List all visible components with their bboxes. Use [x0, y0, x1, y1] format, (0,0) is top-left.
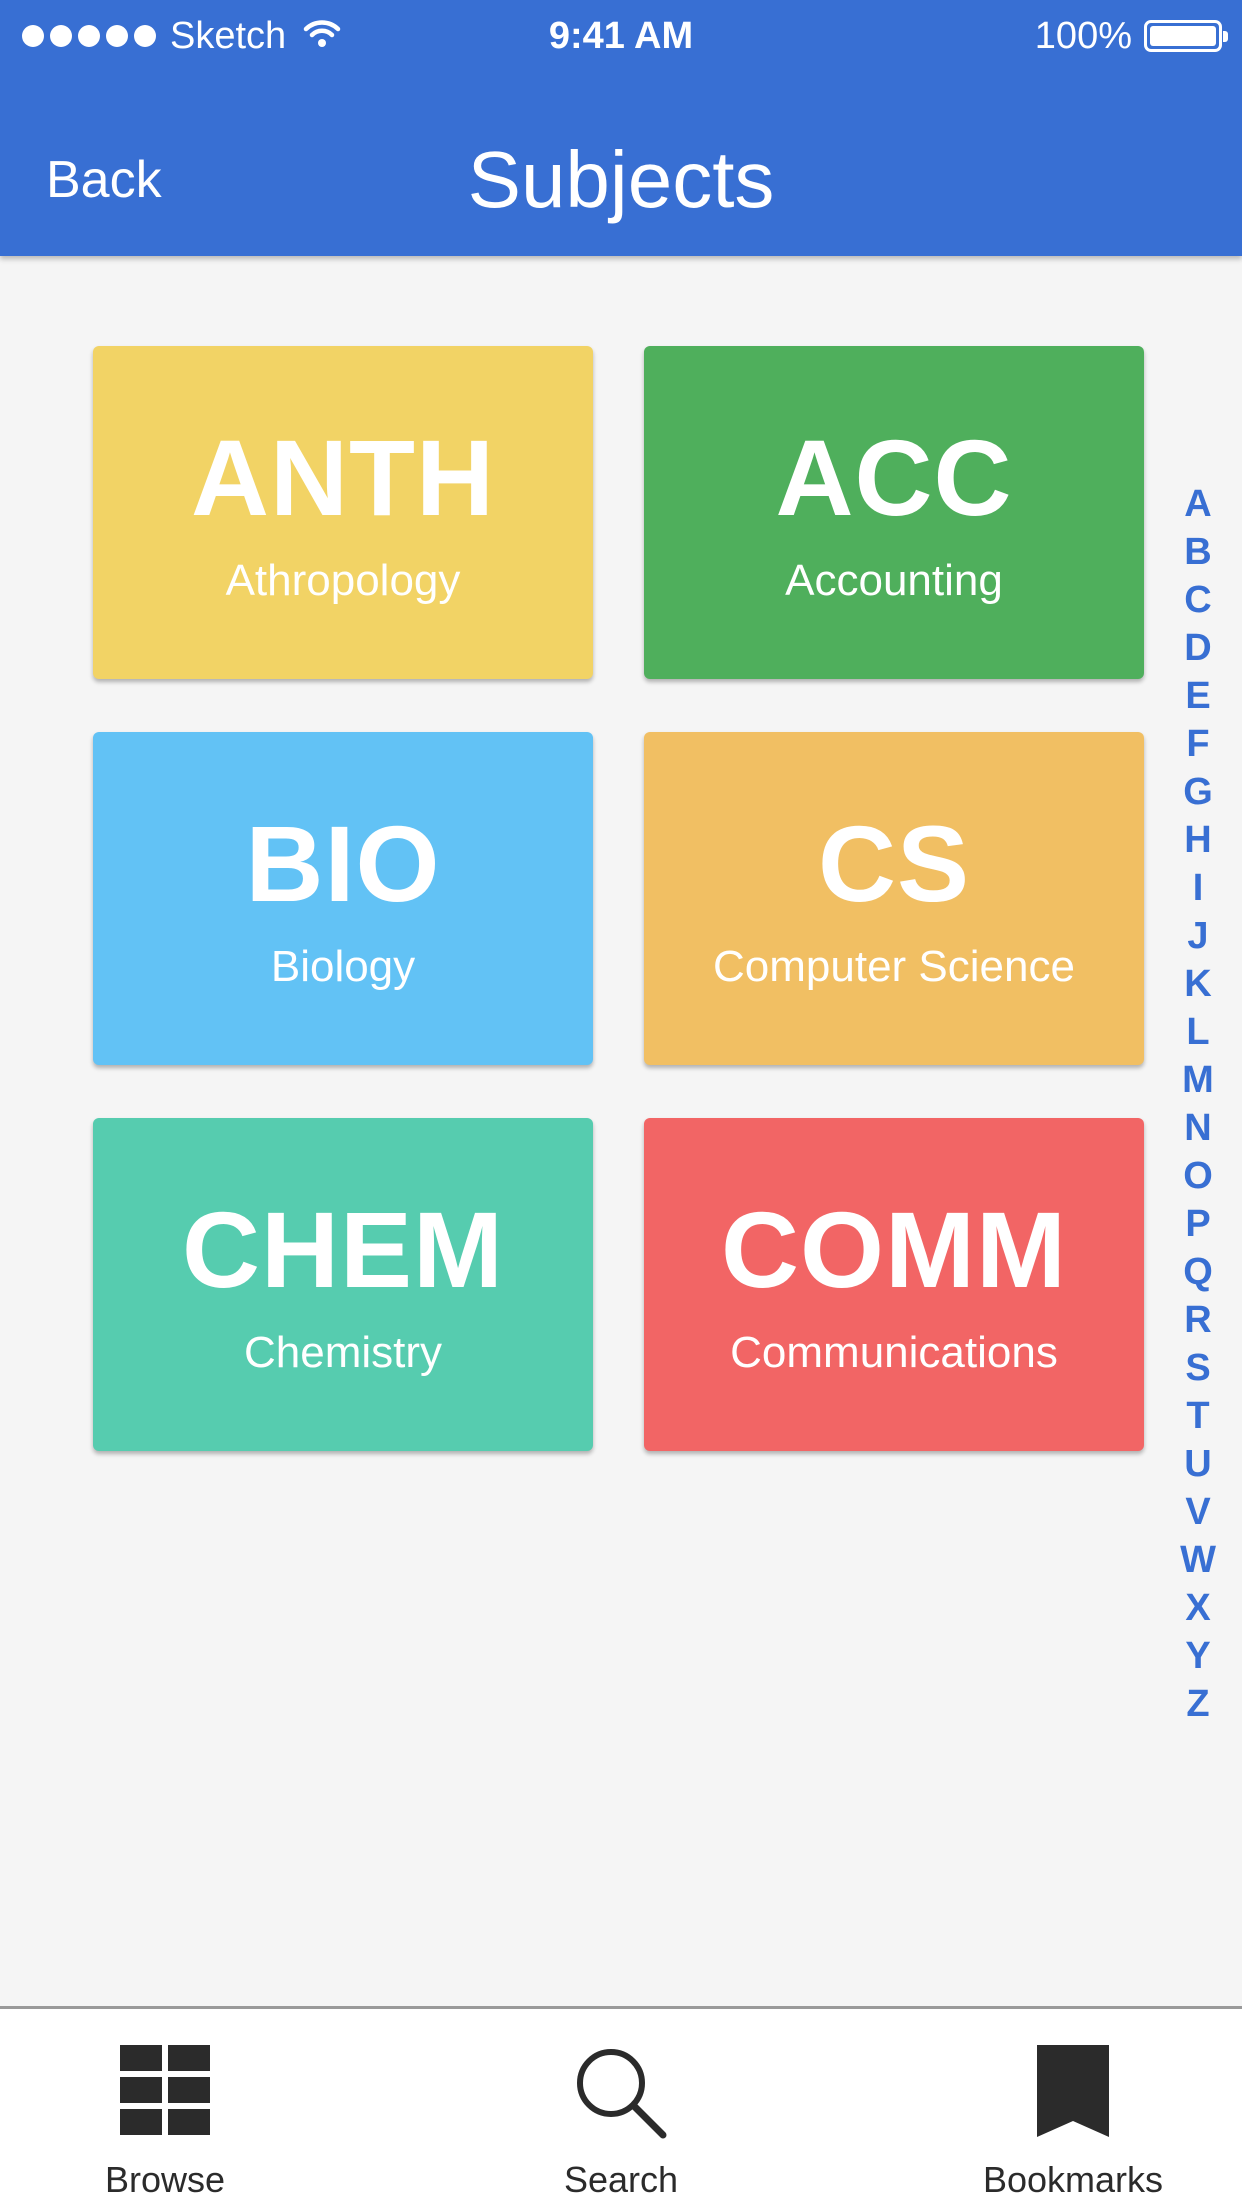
subject-code: CS — [817, 802, 971, 924]
tab-bookmarks[interactable]: Bookmarks — [923, 2009, 1223, 2208]
tab-label: Browse — [104, 2159, 226, 2200]
battery-percentage: 100% — [1034, 14, 1132, 57]
index-letter-i[interactable]: I — [1193, 864, 1204, 912]
subject-code: CHEM — [182, 1188, 504, 1310]
index-letter-x[interactable]: X — [1185, 1584, 1210, 1632]
subject-card-anth[interactable]: ANTH Athropology — [93, 346, 593, 679]
index-letter-d[interactable]: D — [1184, 624, 1211, 672]
index-letter-l[interactable]: L — [1186, 1008, 1209, 1056]
index-letter-v[interactable]: V — [1185, 1488, 1210, 1536]
index-letter-k[interactable]: K — [1184, 960, 1211, 1008]
subject-name: Computer Science — [713, 941, 1075, 991]
index-letter-b[interactable]: B — [1184, 528, 1211, 576]
index-letter-r[interactable]: R — [1184, 1296, 1211, 1344]
subject-name: Biology — [270, 941, 416, 991]
bookmark-icon — [1037, 2045, 1109, 2142]
index-letter-o[interactable]: O — [1183, 1152, 1213, 1200]
subject-name: Accounting — [785, 555, 1003, 605]
subject-name: Chemistry — [243, 1327, 443, 1377]
subject-code: COMM — [721, 1188, 1067, 1310]
index-letter-q[interactable]: Q — [1183, 1248, 1213, 1296]
index-letter-s[interactable]: S — [1185, 1344, 1210, 1392]
subject-name: Communications — [730, 1327, 1058, 1377]
index-letter-a[interactable]: A — [1184, 480, 1211, 528]
grid-icon — [120, 2045, 210, 2140]
subject-card-bio[interactable]: BIO Biology — [93, 732, 593, 1065]
index-letter-z[interactable]: Z — [1186, 1680, 1209, 1728]
index-letter-y[interactable]: Y — [1185, 1632, 1210, 1680]
magnifier-icon — [573, 2045, 669, 2146]
subject-card-acc[interactable]: ACC Accounting — [644, 346, 1144, 679]
index-letter-e[interactable]: E — [1185, 672, 1210, 720]
index-letter-m[interactable]: M — [1182, 1056, 1214, 1104]
subject-grid: ANTH Athropology ACC Accounting BIO Biol… — [93, 346, 1144, 1451]
tab-search[interactable]: Search — [471, 2009, 771, 2208]
subject-name: Athropology — [225, 555, 461, 605]
index-letter-j[interactable]: J — [1187, 912, 1208, 960]
index-letter-n[interactable]: N — [1184, 1104, 1211, 1152]
page-title: Subjects — [467, 135, 775, 224]
status-bar: Sketch 9:41 AM 100% — [0, 0, 1242, 72]
subject-card-cs[interactable]: CS Computer Science — [644, 732, 1144, 1065]
tab-browse[interactable]: Browse — [15, 2009, 315, 2208]
index-letter-h[interactable]: H — [1184, 816, 1211, 864]
subject-code: BIO — [245, 802, 441, 924]
index-letter-c[interactable]: C — [1184, 576, 1211, 624]
index-letter-f[interactable]: F — [1186, 720, 1209, 768]
battery-icon — [1144, 20, 1228, 52]
index-letter-u[interactable]: U — [1184, 1440, 1211, 1488]
tab-label: Bookmarks — [982, 2159, 1164, 2200]
tab-label: Search — [563, 2159, 679, 2200]
index-letter-p[interactable]: P — [1185, 1200, 1210, 1248]
subject-code: ACC — [775, 416, 1013, 538]
subject-card-chem[interactable]: CHEM Chemistry — [93, 1118, 593, 1451]
index-letter-t[interactable]: T — [1186, 1392, 1209, 1440]
nav-header: Sketch 9:41 AM 100% Back Subjects — [0, 0, 1242, 256]
alphabet-index: A B C D E F G H I J K L M N O P Q R S T … — [1178, 480, 1218, 1728]
tab-bar: Browse Search Bookmarks — [0, 2006, 1242, 2208]
index-letter-w[interactable]: W — [1180, 1536, 1216, 1584]
subject-card-comm[interactable]: COMM Communications — [644, 1118, 1144, 1451]
status-right: 100% — [1034, 12, 1228, 60]
subject-code: ANTH — [191, 416, 495, 538]
index-letter-g[interactable]: G — [1183, 768, 1213, 816]
